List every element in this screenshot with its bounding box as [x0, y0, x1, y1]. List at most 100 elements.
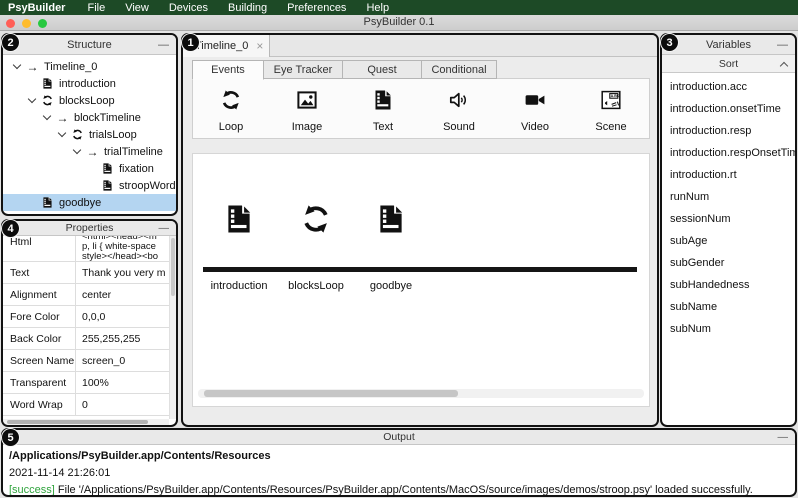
tool-video[interactable]: Video	[497, 79, 573, 138]
properties-panel-title: Properties	[66, 222, 114, 234]
property-value[interactable]: screen_0	[75, 350, 176, 371]
property-value[interactable]: 0	[75, 394, 176, 415]
variable-item-introduction-responsettime[interactable]: introduction.respOnsetTime	[662, 142, 795, 164]
structure-panel: Structure — →Timeline_0introductionblock…	[1, 33, 178, 216]
text-doc-icon	[99, 179, 116, 192]
vertical-scrollbar[interactable]	[169, 236, 176, 419]
app-menu-title[interactable]: PsyBuilder	[0, 2, 77, 14]
tab-events[interactable]: Events	[192, 60, 264, 80]
minimize-panel-button[interactable]: —	[159, 221, 170, 236]
menu-items: FileViewDevicesBuildingPreferencesHelp	[77, 2, 399, 14]
minimize-panel-button[interactable]: —	[778, 430, 789, 445]
variable-item-subhandedness[interactable]: subHandedness	[662, 274, 795, 296]
variable-item-sessionnum[interactable]: sessionNum	[662, 208, 795, 230]
sort-header-label: Sort	[719, 58, 738, 70]
tool-scene[interactable]: A.BCScene	[573, 79, 649, 138]
structure-panel-title: Structure	[67, 39, 112, 51]
scrollbar-thumb[interactable]	[204, 390, 458, 397]
expand-toggle[interactable]	[69, 150, 84, 153]
variable-item-subname[interactable]: subName	[662, 296, 795, 318]
property-value[interactable]: Thank you very m	[75, 262, 176, 283]
tree-item-goodbye[interactable]: goodbye	[3, 194, 176, 211]
tab-eye-tracker[interactable]: Eye Tracker	[263, 60, 343, 79]
tree-item-label: introduction	[59, 78, 116, 90]
tool-label: Scene	[595, 121, 626, 133]
output-message-text: File '/Applications/PsyBuilder.app/Conte…	[55, 484, 753, 496]
text-doc-icon	[39, 77, 56, 90]
sound-icon	[447, 88, 471, 117]
tree-item-blocktimeline[interactable]: →blockTimeline	[3, 109, 176, 126]
tree-item-label: trialTimeline	[104, 146, 163, 158]
menu-item-view[interactable]: View	[115, 2, 159, 14]
tree-item-fixation[interactable]: fixation	[3, 160, 176, 177]
horizontal-scrollbar[interactable]	[3, 419, 169, 425]
variable-item-subgender[interactable]: subGender	[662, 252, 795, 274]
tool-image[interactable]: Image	[269, 79, 345, 138]
timeline-arrow-icon: →	[54, 112, 71, 124]
tree-item-stroopword[interactable]: stroopWord	[3, 177, 176, 194]
menu-item-building[interactable]: Building	[218, 2, 277, 14]
tool-sound[interactable]: Sound	[421, 79, 497, 138]
structure-panel-header: Structure —	[3, 35, 176, 55]
canvas-horizontal-scrollbar[interactable]	[198, 389, 644, 398]
menu-bar: PsyBuilder FileViewDevicesBuildingPrefer…	[0, 0, 798, 15]
tab-conditional[interactable]: Conditional	[421, 60, 497, 79]
text-doc-icon	[374, 223, 408, 240]
property-value-line: style></head><bo	[82, 252, 176, 261]
loop-icon	[219, 88, 243, 117]
variable-item-subnum[interactable]: subNum	[662, 318, 795, 340]
timeline-editor-panel: Timeline_0 × EventsEye TrackerQuestCondi…	[181, 33, 659, 427]
timeline-item-goodbye[interactable]	[353, 202, 429, 241]
variable-item-runnum[interactable]: runNum	[662, 186, 795, 208]
minimize-panel-button[interactable]: —	[777, 35, 788, 55]
video-icon	[523, 88, 547, 117]
variable-item-introduction-resp[interactable]: introduction.resp	[662, 120, 795, 142]
property-value[interactable]: <html><head><mp, li { white-spacestyle><…	[75, 236, 176, 261]
app-window: PsyBuilder FileViewDevicesBuildingPrefer…	[0, 0, 798, 498]
tree-item-trialtimeline[interactable]: →trialTimeline	[3, 143, 176, 160]
variable-item-introduction-acc[interactable]: introduction.acc	[662, 76, 795, 98]
variable-item-introduction-onsettime[interactable]: introduction.onsetTime	[662, 98, 795, 120]
image-icon	[295, 88, 319, 117]
annotation-badge-1: 1	[182, 34, 199, 51]
property-value[interactable]: center	[75, 284, 176, 305]
property-name: Transparent	[3, 377, 75, 389]
property-value[interactable]: 100%	[75, 372, 176, 393]
expand-toggle[interactable]	[39, 116, 54, 119]
property-value[interactable]: 255,255,255	[75, 328, 176, 349]
loop-icon	[299, 223, 333, 240]
tree-item-blocksloop[interactable]: blocksLoop	[3, 92, 176, 109]
tree-item-introduction[interactable]: introduction	[3, 75, 176, 92]
scrollbar-thumb[interactable]	[7, 420, 148, 424]
menu-item-help[interactable]: Help	[356, 2, 399, 14]
tree-item-trialsloop[interactable]: trialsLoop	[3, 126, 176, 143]
scrollbar-thumb[interactable]	[171, 238, 175, 296]
category-tabs: EventsEye TrackerQuestConditional	[192, 60, 497, 79]
menu-item-file[interactable]: File	[77, 2, 115, 14]
expand-toggle[interactable]	[54, 133, 69, 136]
tree-item-label: trialsLoop	[89, 129, 137, 141]
property-value[interactable]: 0,0,0	[75, 306, 176, 327]
tab-quest[interactable]: Quest	[342, 60, 422, 79]
tool-text[interactable]: Text	[345, 79, 421, 138]
timeline-item-introduction[interactable]	[201, 202, 277, 241]
expand-toggle[interactable]	[24, 99, 39, 102]
chevron-down-icon	[27, 95, 35, 103]
tool-label: Video	[521, 121, 549, 133]
timeline-item-blocksloop[interactable]	[278, 202, 354, 241]
sort-header[interactable]: Sort	[662, 55, 795, 73]
variable-item-introduction-rt[interactable]: introduction.rt	[662, 164, 795, 186]
widget-toolbar: Loop ImageTextSound Video A.BCScene	[192, 78, 650, 139]
minimize-panel-button[interactable]: —	[158, 35, 169, 55]
tree-item-label: Timeline_0	[44, 61, 97, 73]
close-tab-icon[interactable]: ×	[256, 40, 263, 52]
menu-item-preferences[interactable]: Preferences	[277, 2, 356, 14]
tool-loop[interactable]: Loop	[193, 79, 269, 138]
variable-item-subage[interactable]: subAge	[662, 230, 795, 252]
expand-toggle[interactable]	[9, 65, 24, 68]
menu-item-devices[interactable]: Devices	[159, 2, 218, 14]
tool-label: Loop	[219, 121, 243, 133]
property-name: Word Wrap	[3, 399, 75, 411]
title-bar: PsyBuilder 0.1	[0, 15, 798, 31]
tree-item-timeline-0[interactable]: →Timeline_0	[3, 58, 176, 75]
